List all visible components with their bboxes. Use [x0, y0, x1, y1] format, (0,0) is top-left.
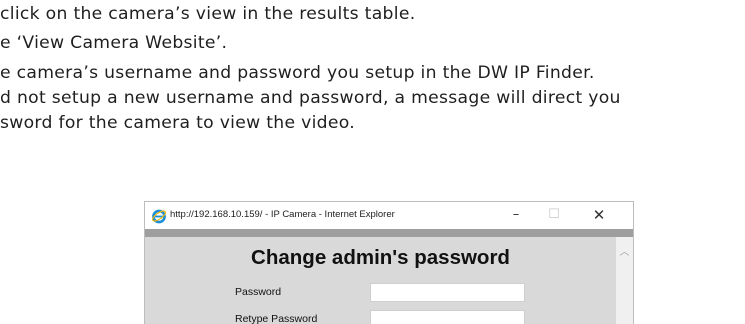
internet-explorer-icon	[151, 209, 167, 224]
password-input[interactable]	[370, 283, 525, 302]
instruction-line-1: click on the camera’s view in the result…	[0, 4, 416, 24]
instruction-line-2: e ‘View Camera Website’.	[0, 33, 228, 53]
browser-window: http://192.168.10.159/ - IP Camera - Int…	[144, 201, 634, 324]
page-content: Change admin's password Password Retype …	[145, 237, 616, 324]
instruction-line-5: sword for the camera to view the video.	[0, 113, 356, 133]
vertical-scrollbar[interactable]: ︿	[616, 237, 633, 324]
toolbar-strip	[145, 229, 633, 237]
instruction-line-3: e camera’s username and password you set…	[0, 63, 595, 83]
close-button[interactable]: ✕	[586, 205, 612, 225]
retype-password-label: Retype Password	[235, 313, 318, 324]
scroll-up-arrow-icon[interactable]: ︿	[616, 243, 633, 258]
retype-password-input[interactable]	[370, 310, 525, 324]
password-label: Password	[235, 286, 282, 298]
page-heading: Change admin's password	[251, 246, 510, 269]
maximize-button[interactable]: ☐	[541, 205, 567, 225]
minimize-button[interactable]: –	[503, 205, 529, 225]
window-title: http://192.168.10.159/ - IP Camera - Int…	[170, 209, 395, 220]
instruction-line-4: d not setup a new username and password,…	[0, 88, 621, 108]
title-bar[interactable]: http://192.168.10.159/ - IP Camera - Int…	[145, 202, 633, 229]
